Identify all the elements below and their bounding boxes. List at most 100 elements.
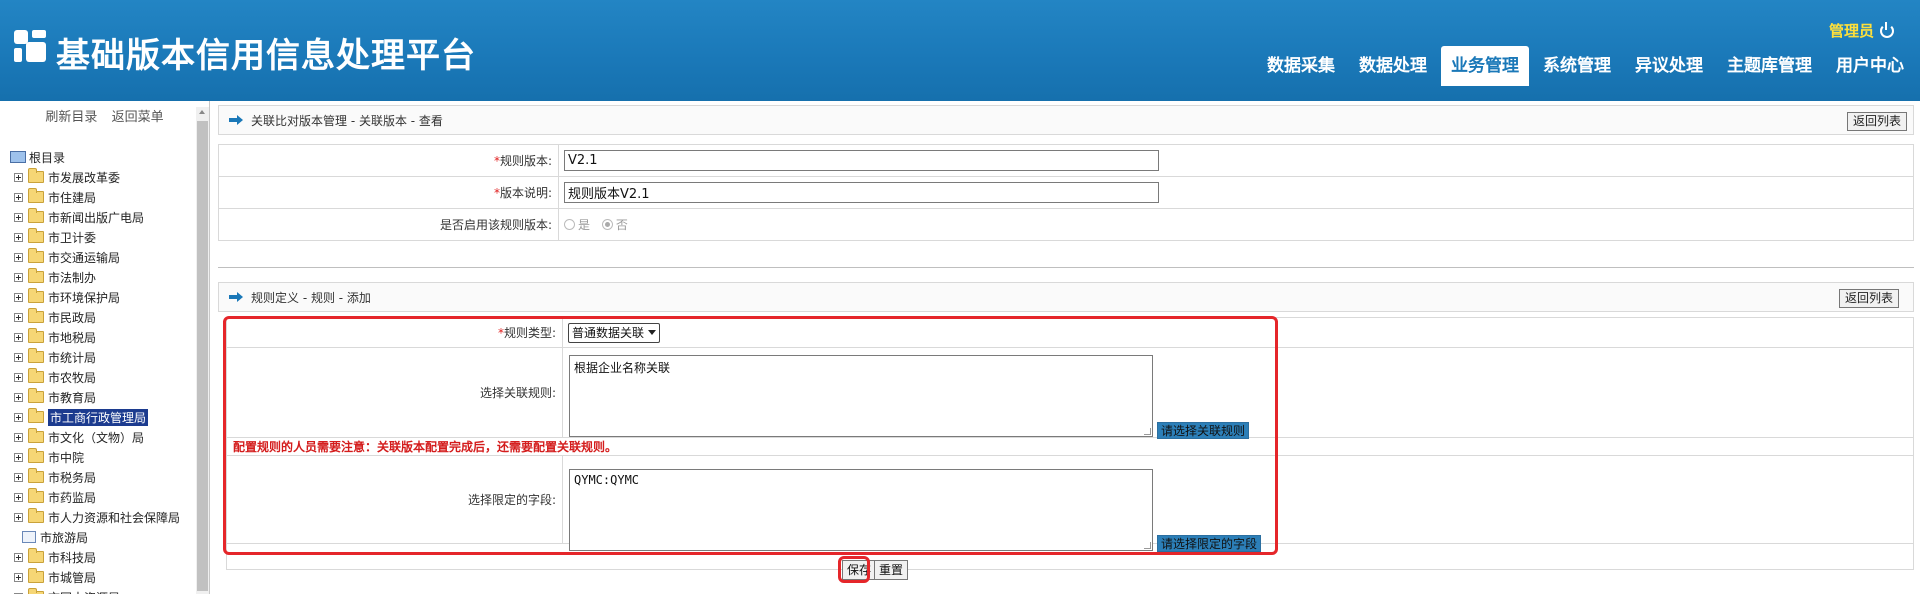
sidebar-scrollbar[interactable]	[196, 107, 209, 594]
nav-data-processing[interactable]: 数据处理	[1349, 46, 1437, 86]
tree-item[interactable]: 市旅游局	[0, 527, 196, 547]
expand-icon[interactable]	[14, 192, 23, 202]
tree-root[interactable]: 根目录	[0, 147, 196, 167]
nav-objection-handling[interactable]: 异议处理	[1625, 46, 1713, 86]
tree-item-label[interactable]: 市教育局	[48, 389, 96, 406]
tree-item[interactable]: 市文化（文物）局	[0, 427, 196, 447]
tree-item[interactable]: 市交通运输局	[0, 247, 196, 267]
tree-item-label[interactable]: 市卫计委	[48, 229, 96, 246]
tree-item-label[interactable]: 市人力资源和社会保障局	[48, 509, 180, 526]
tree-item-label[interactable]: 市城管局	[48, 569, 96, 586]
expand-icon[interactable]	[14, 572, 23, 582]
tree-item[interactable]: 市法制办	[0, 267, 196, 287]
tree-item-label[interactable]: 市科技局	[48, 549, 96, 566]
nav-data-collection[interactable]: 数据采集	[1257, 46, 1345, 86]
tree-item[interactable]: 市统计局	[0, 347, 196, 367]
tree-item[interactable]: 市税务局	[0, 467, 196, 487]
expand-icon[interactable]	[14, 292, 23, 302]
select-assoc-rule-button[interactable]: 请选择关联规则	[1157, 422, 1250, 439]
select-limit-field-button[interactable]: 请选择限定的字段	[1157, 535, 1262, 552]
tree-item[interactable]: 市环境保护局	[0, 287, 196, 307]
expand-icon[interactable]	[14, 472, 23, 482]
version-input[interactable]: V2.1	[564, 150, 1159, 171]
expand-icon[interactable]	[14, 552, 23, 562]
tree-item-label[interactable]: 市农牧局	[48, 369, 96, 386]
nav-system-management[interactable]: 系统管理	[1533, 46, 1621, 86]
tree-item[interactable]: 市科技局	[0, 547, 196, 567]
tree-item-label[interactable]: 市旅游局	[40, 529, 88, 546]
tree-item[interactable]: 市人力资源和社会保障局	[0, 507, 196, 527]
tree-item[interactable]: 市民政局	[0, 307, 196, 327]
tree-item-label[interactable]: 市地税局	[48, 329, 96, 346]
version-panel-header: 关联比对版本管理 - 关联版本 - 查看 返回列表	[218, 105, 1914, 135]
tree-item-label[interactable]: 市住建局	[48, 189, 96, 206]
tree-item-label[interactable]: 市民政局	[48, 309, 96, 326]
back-to-list-button[interactable]: 返回列表	[1838, 289, 1899, 308]
tree-item-label[interactable]: 市文化（文物）局	[48, 429, 144, 446]
field-limit-textarea[interactable]: QYMC:QYMC	[569, 469, 1153, 551]
enable-no-radio[interactable]: 否	[601, 216, 628, 233]
tree-item-label[interactable]: 市环境保护局	[48, 289, 120, 306]
refresh-directory-link[interactable]: 刷新目录	[45, 110, 97, 125]
tree-item[interactable]: 市教育局	[0, 387, 196, 407]
tree-item[interactable]: 市新闻出版广电局	[0, 207, 196, 227]
tree-item-label[interactable]: 市国土资源局	[48, 589, 120, 594]
tree-item[interactable]: 市农牧局	[0, 367, 196, 387]
tree-item-label[interactable]: 市法制办	[48, 269, 96, 286]
tree-item[interactable]: 市中院	[0, 447, 196, 467]
expand-icon[interactable]	[14, 372, 23, 382]
folder-icon	[28, 388, 44, 403]
enable-radio-group: 是 否	[558, 208, 1914, 241]
folder-icon	[28, 288, 44, 303]
expand-icon[interactable]	[14, 332, 23, 342]
tree-item-label[interactable]: 市交通运输局	[48, 249, 120, 266]
tree-item-label[interactable]: 市税务局	[48, 469, 96, 486]
expand-icon[interactable]	[14, 232, 23, 242]
expand-icon[interactable]	[14, 452, 23, 462]
resize-grip-icon[interactable]	[1144, 542, 1151, 549]
tree-item[interactable]: 市国土资源局	[0, 587, 196, 594]
version-desc-input[interactable]: 规则版本V2.1	[564, 182, 1159, 203]
user-menu[interactable]: 管理员	[1829, 20, 1894, 41]
tree-item-label[interactable]: 市工商行政管理局	[48, 408, 149, 426]
tree-item-label[interactable]: 市新闻出版广电局	[48, 209, 144, 226]
expand-icon[interactable]	[14, 492, 23, 502]
back-to-list-button[interactable]: 返回列表	[1846, 112, 1907, 131]
logout-icon[interactable]	[1880, 21, 1894, 38]
reset-button[interactable]: 重置	[874, 560, 909, 580]
nav-topic-library[interactable]: 主题库管理	[1717, 46, 1822, 86]
resize-grip-icon[interactable]	[1144, 428, 1151, 435]
expand-icon[interactable]	[14, 432, 23, 442]
scroll-up-icon[interactable]	[196, 107, 209, 119]
tree-item[interactable]: 市工商行政管理局	[0, 407, 196, 427]
tree-item-label[interactable]: 市药监局	[48, 489, 96, 506]
save-button[interactable]: 保存	[842, 560, 877, 580]
expand-icon[interactable]	[14, 172, 23, 182]
nav-user-center[interactable]: 用户中心	[1826, 46, 1914, 86]
expand-icon[interactable]	[14, 212, 23, 222]
nav-business-management[interactable]: 业务管理	[1441, 46, 1529, 86]
tree-item-label[interactable]: 市发展改革委	[48, 169, 120, 186]
expand-icon[interactable]	[14, 252, 23, 262]
assoc-rule-textarea[interactable]: 根据企业名称关联	[569, 355, 1153, 437]
username[interactable]: 管理员	[1829, 20, 1874, 41]
tree-root-label[interactable]: 根目录	[29, 149, 65, 166]
expand-icon[interactable]	[14, 412, 23, 422]
tree-item-label[interactable]: 市中院	[48, 449, 84, 466]
tree-item[interactable]: 市发展改革委	[0, 167, 196, 187]
expand-icon[interactable]	[14, 392, 23, 402]
rule-type-select[interactable]: 普通数据关联	[568, 322, 661, 343]
tree-item[interactable]: 市住建局	[0, 187, 196, 207]
expand-icon[interactable]	[14, 312, 23, 322]
enable-yes-radio[interactable]: 是	[564, 216, 590, 233]
tree-item[interactable]: 市城管局	[0, 567, 196, 587]
expand-icon[interactable]	[14, 272, 23, 282]
tree-item-label[interactable]: 市统计局	[48, 349, 96, 366]
expand-icon[interactable]	[14, 352, 23, 362]
expand-icon[interactable]	[14, 512, 23, 522]
tree-item[interactable]: 市药监局	[0, 487, 196, 507]
tree-item[interactable]: 市卫计委	[0, 227, 196, 247]
tree-item[interactable]: 市地税局	[0, 327, 196, 347]
back-menu-link[interactable]: 返回菜单	[112, 110, 164, 125]
scroll-thumb[interactable]	[197, 121, 208, 591]
